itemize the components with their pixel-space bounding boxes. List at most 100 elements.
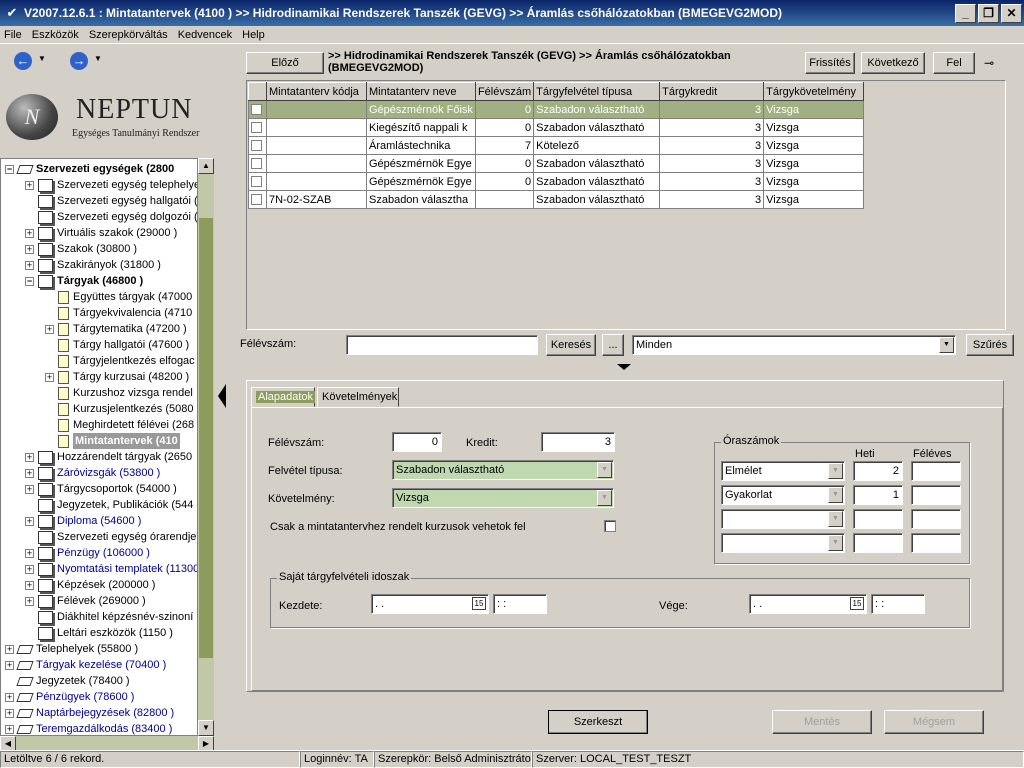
expand-icon[interactable]: + bbox=[5, 660, 14, 670]
kezdete-time-input[interactable]: : : bbox=[493, 594, 547, 614]
tree-item[interactable]: + Szakok (30800 ) bbox=[25, 241, 137, 257]
table-row[interactable]: Gépészmérnök Főisk 0 Szabadon választható 3… bbox=[248, 100, 865, 119]
ellipsis-button[interactable]: ... bbox=[602, 334, 624, 356]
tree-item[interactable]: + Tárgytematika (47200 ) bbox=[45, 321, 187, 337]
dropdown-arrow-icon[interactable]: ▼ bbox=[828, 511, 843, 527]
dropdown-arrow-icon[interactable]: ▼ bbox=[597, 462, 612, 478]
back-arrow-icon[interactable]: ← bbox=[14, 52, 32, 70]
dropdown-arrow-icon[interactable]: ▼ bbox=[828, 535, 843, 551]
tree-item[interactable]: + Záróvizsgák (53800 ) bbox=[25, 465, 160, 481]
grid-header-code[interactable]: Mintatanterv kódja bbox=[266, 82, 367, 101]
save-button[interactable]: Mentés bbox=[772, 710, 872, 734]
expand-icon[interactable]: + bbox=[5, 644, 14, 654]
calendar-icon[interactable]: 15 bbox=[850, 597, 864, 610]
search-button[interactable]: Keresés bbox=[546, 334, 596, 356]
tree-item[interactable]: − Tárgyak (46800 ) bbox=[25, 273, 143, 289]
tree-item[interactable]: Jegyzetek, Publikációk (544 bbox=[25, 497, 193, 513]
dropdown-arrow-icon[interactable]: ▼ bbox=[939, 337, 954, 353]
back-dropdown-icon[interactable]: ▼ bbox=[38, 54, 46, 63]
oraszam-type-combo[interactable]: Elmélet ▼ bbox=[721, 461, 845, 481]
row-select-cell[interactable] bbox=[248, 118, 267, 137]
menu-kedvencek[interactable]: Kedvencek bbox=[176, 29, 238, 41]
kovetelmeny-combo[interactable]: Vizsga ▼ bbox=[392, 488, 614, 508]
tree-item[interactable]: Mintatantervek (410 bbox=[45, 433, 180, 449]
tree-item[interactable]: + Pénzügyek (78600 ) bbox=[5, 689, 134, 705]
expand-icon[interactable]: + bbox=[5, 692, 14, 702]
oraszam-type-combo[interactable]: ▼ bbox=[721, 533, 845, 553]
expand-icon[interactable]: + bbox=[25, 244, 34, 254]
calendar-icon[interactable]: 15 bbox=[472, 597, 486, 610]
expand-icon[interactable]: + bbox=[25, 580, 34, 590]
expand-icon[interactable]: + bbox=[25, 596, 34, 606]
tree-item[interactable]: + Nyomtatási templatek (11300 bbox=[25, 561, 197, 577]
oraszam-type-combo[interactable]: ▼ bbox=[721, 509, 845, 529]
oraszam-feleves-input[interactable] bbox=[911, 485, 961, 505]
tree-item[interactable]: Tárgyjelentkezés elfogac bbox=[45, 353, 195, 369]
tree-item[interactable]: Kurzusjelentkezés (5080 bbox=[45, 401, 193, 417]
tree-item[interactable]: + Szakirányok (31800 ) bbox=[25, 257, 161, 273]
dropdown-arrow-icon[interactable]: ▼ bbox=[828, 463, 843, 479]
scroll-thumb[interactable] bbox=[199, 218, 213, 658]
expand-icon[interactable]: + bbox=[25, 484, 34, 494]
row-select-cell[interactable] bbox=[248, 190, 267, 209]
forward-dropdown-icon[interactable]: ▼ bbox=[94, 54, 102, 63]
table-row[interactable]: Gépészmérnök Egye 0 Szabadon választható 3 V… bbox=[248, 154, 865, 173]
table-row[interactable]: Áramlástechnika 7 Kötelező 3 Vizsga bbox=[248, 136, 865, 155]
oraszam-heti-input[interactable] bbox=[853, 533, 903, 553]
forward-arrow-icon[interactable]: → bbox=[70, 52, 88, 70]
tree-item[interactable]: Kurzushoz vizsga rendel bbox=[45, 385, 193, 401]
filter-semester-input[interactable] bbox=[346, 335, 538, 355]
tree-vertical-scrollbar[interactable]: ▲ ▼ bbox=[198, 158, 214, 736]
dropdown-arrow-icon[interactable]: ▼ bbox=[597, 490, 612, 506]
vege-date-input[interactable]: . . 15 bbox=[749, 594, 867, 614]
collapse-down-icon[interactable] bbox=[617, 364, 631, 370]
menu-szerepkorvaltas[interactable]: Szerepkörváltás bbox=[87, 29, 174, 41]
table-row[interactable]: 7N-02-SZAB Szabadon választha Szabadon vál… bbox=[248, 190, 865, 209]
expand-icon[interactable]: + bbox=[25, 452, 34, 462]
tree-item[interactable]: + Tárgy kurzusai (48200 ) bbox=[45, 369, 189, 385]
kezdete-date-input[interactable]: . . 15 bbox=[371, 594, 489, 614]
row-select-cell[interactable] bbox=[248, 100, 267, 119]
close-button[interactable]: ✕ bbox=[1001, 3, 1022, 23]
tree-item[interactable]: + Pénzügy (106000 ) bbox=[25, 545, 150, 561]
tree-item[interactable]: Szervezeti egység órarendje bbox=[25, 529, 196, 545]
expand-icon[interactable]: + bbox=[25, 516, 34, 526]
tree-item[interactable]: + Teremgazdálkodás (83400 ) bbox=[5, 721, 172, 735]
row-checkbox[interactable] bbox=[251, 176, 262, 188]
up-button[interactable]: Fel bbox=[933, 52, 975, 74]
tree-item[interactable]: + Virtuális szakok (29000 ) bbox=[25, 225, 177, 241]
oraszam-heti-input[interactable] bbox=[853, 509, 903, 529]
oraszam-heti-input[interactable]: 1 bbox=[853, 485, 903, 505]
row-checkbox[interactable] bbox=[251, 122, 262, 134]
tree-item[interactable]: + Tárgycsoportok (54000 ) bbox=[25, 481, 177, 497]
tree-item[interactable]: Szervezeti egység dolgozói ( bbox=[25, 209, 197, 225]
grid-header-semester[interactable]: Félévszám bbox=[474, 82, 535, 101]
next-button[interactable]: Következő bbox=[861, 52, 925, 74]
tree-item[interactable]: Jegyzetek (78400 ) bbox=[5, 673, 130, 689]
menu-file[interactable]: File bbox=[2, 29, 28, 41]
tree-item[interactable]: − Szervezeti egységek (2800 bbox=[5, 161, 174, 177]
row-select-cell[interactable] bbox=[248, 172, 267, 191]
grid-header-type[interactable]: Tárgyfelvétel típusa bbox=[533, 82, 661, 101]
collapse-left-icon[interactable] bbox=[218, 384, 226, 408]
row-checkbox[interactable] bbox=[251, 194, 262, 206]
tree-item[interactable]: + Hozzárendelt tárgyak (2650 bbox=[25, 449, 192, 465]
filter-button[interactable]: Szűrés bbox=[966, 334, 1014, 356]
oraszam-feleves-input[interactable] bbox=[911, 533, 961, 553]
kredit-input[interactable]: 3 bbox=[541, 432, 615, 452]
grid-header-requirement[interactable]: Tárgykövetelmény bbox=[763, 82, 865, 101]
menu-eszkozok[interactable]: Eszközök bbox=[30, 29, 85, 41]
row-checkbox[interactable] bbox=[251, 104, 262, 116]
tree-item[interactable]: + Félévek (269000 ) bbox=[25, 593, 146, 609]
felvetel-combo[interactable]: Szabadon választható ▼ bbox=[392, 460, 614, 480]
panel-splitter[interactable] bbox=[216, 44, 228, 750]
cancel-button[interactable]: Mégsem bbox=[884, 710, 984, 734]
expand-icon[interactable]: + bbox=[25, 228, 34, 238]
tree-item[interactable]: + Diploma (54600 ) bbox=[25, 513, 141, 529]
expand-icon[interactable]: + bbox=[25, 260, 34, 270]
expand-icon[interactable]: + bbox=[25, 548, 34, 558]
felevszam-input[interactable]: 0 bbox=[392, 432, 442, 452]
maximize-button[interactable]: ❐ bbox=[978, 3, 999, 23]
collapse-icon[interactable]: − bbox=[25, 276, 34, 286]
oraszam-heti-input[interactable]: 2 bbox=[853, 461, 903, 481]
